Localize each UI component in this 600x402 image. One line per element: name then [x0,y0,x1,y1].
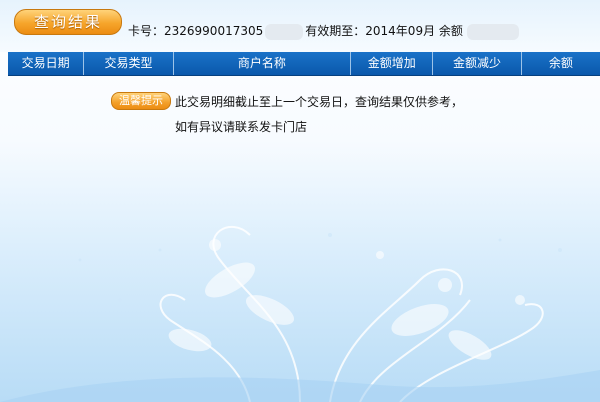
column-header-type: 交易类型 [84,52,174,75]
masked-card-digits [265,23,304,40]
card-info: 卡号：2326990017305 有效期至：2014年09月 余额 [128,22,519,40]
valid-until-label: 有效期至：2014年09月 [305,24,436,38]
masked-balance [466,23,519,40]
column-header-decrease: 金额减少 [433,52,522,75]
column-header-merchant: 商户名称 [174,52,352,75]
balance-label: 余额 [438,24,463,38]
table-header: 交易日期 交易类型 商户名称 金额增加 金额减少 余额 [8,52,600,76]
tip-text-line1: 此交易明细截止至上一个交易日，查询结果仅供参考， [175,95,464,109]
tip-badge: 温馨提示 [111,92,171,110]
query-result-title-button: 查询结果 [14,9,122,35]
tip-text-line2: 如有异议请联系发卡门店 [175,120,308,134]
column-header-date: 交易日期 [8,52,85,75]
column-header-balance: 余额 [548,56,573,70]
column-header-increase: 金额增加 [351,52,434,75]
card-number-label: 卡号：2326990017305 [128,24,264,38]
